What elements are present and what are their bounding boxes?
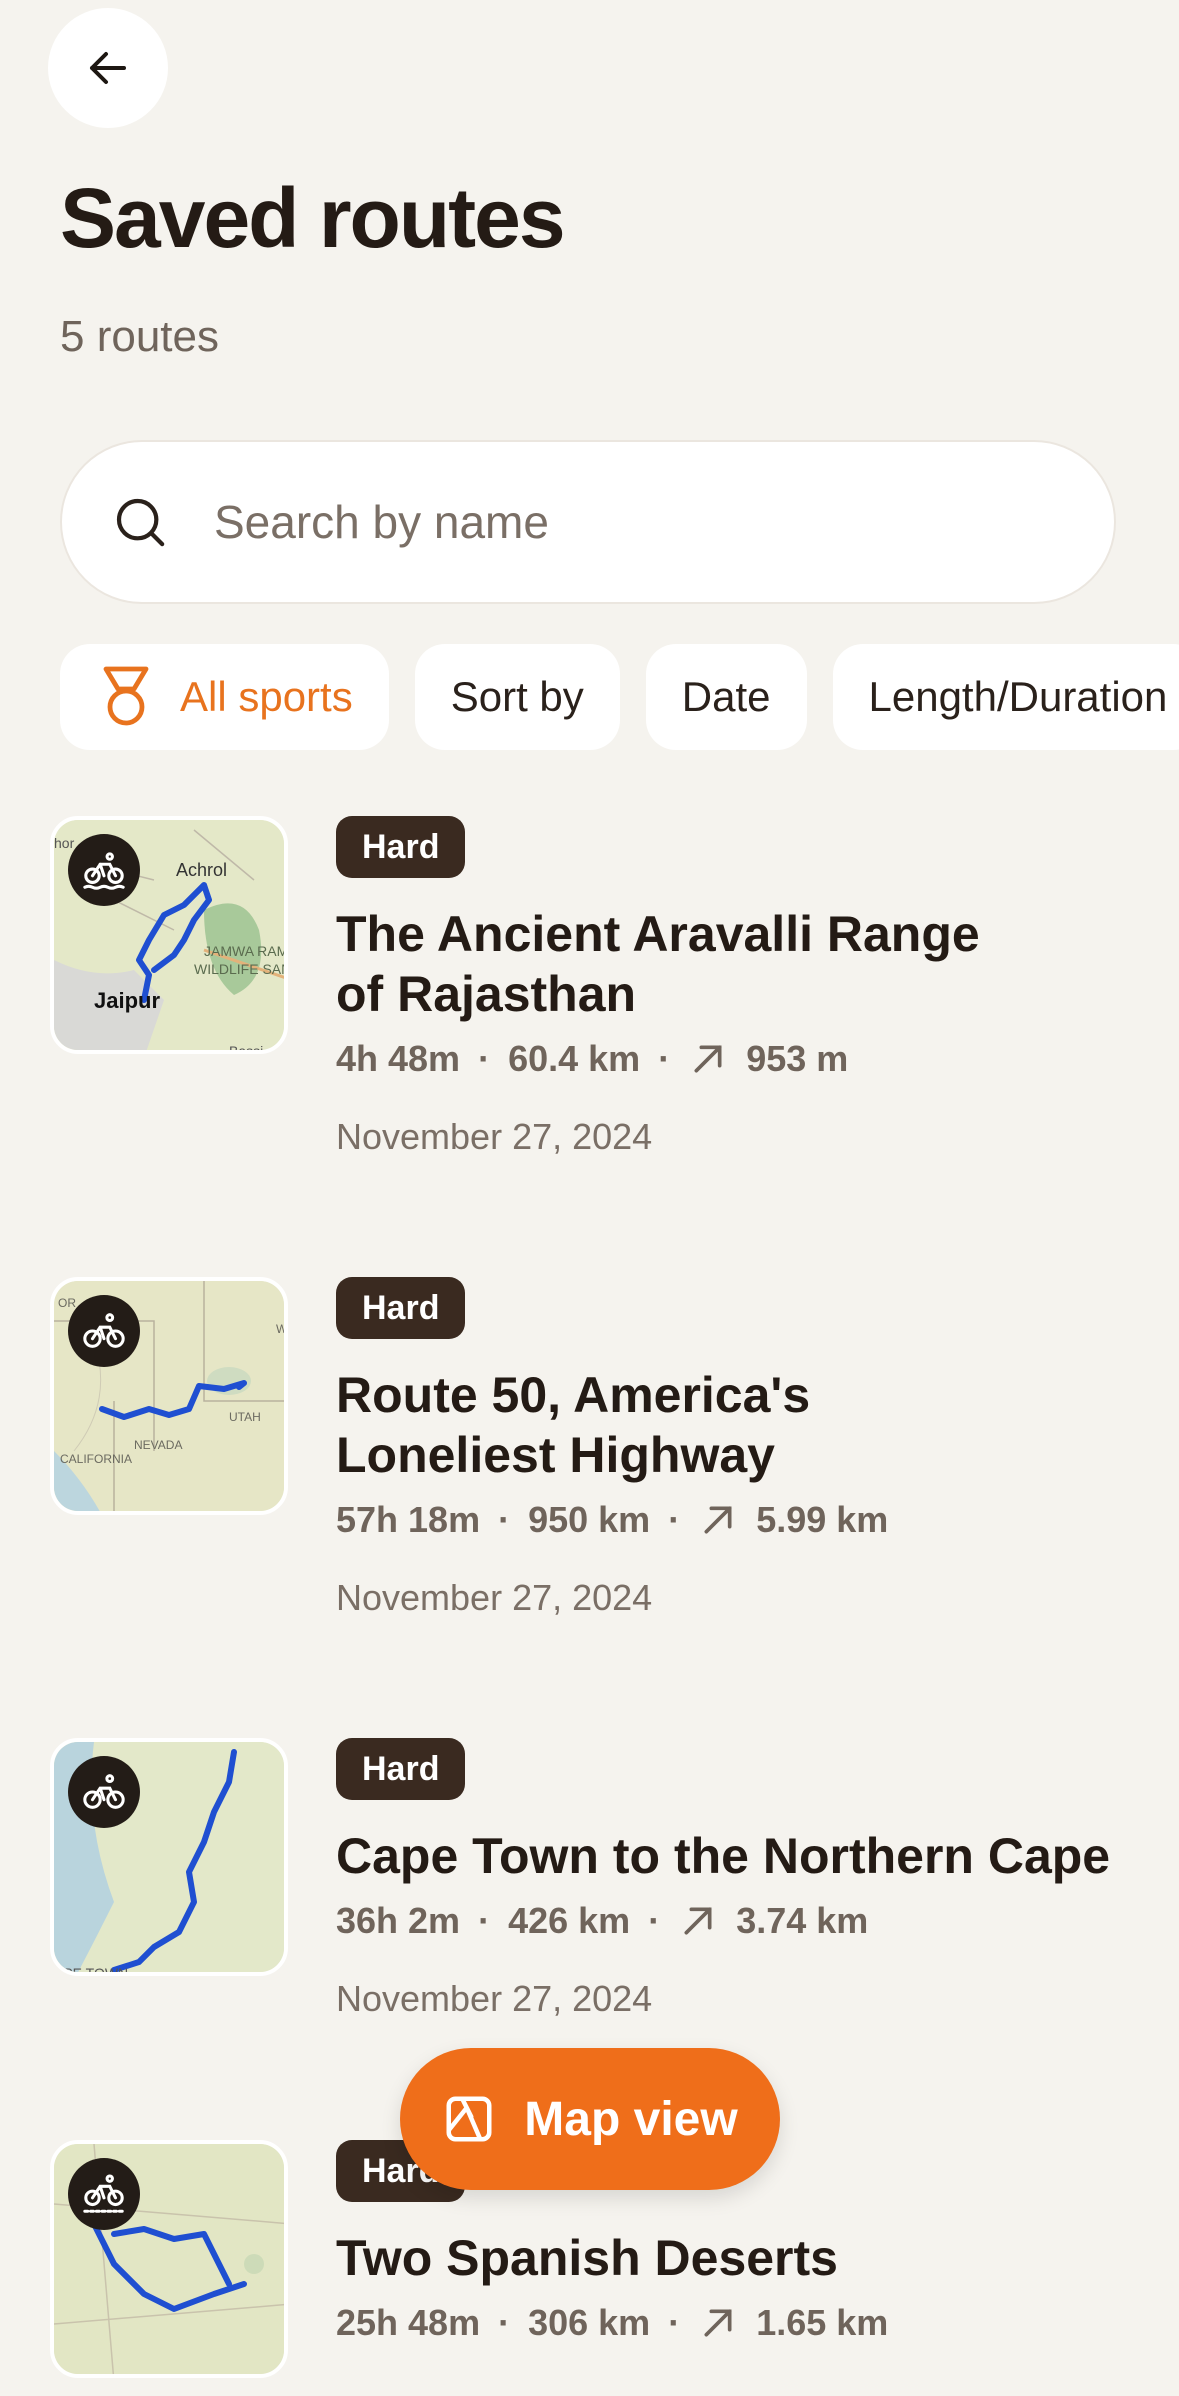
filter-label: Date xyxy=(681,673,771,720)
filter-all-sports[interactable]: All sports xyxy=(60,644,389,750)
route-stats: 25h 48m · 306 km · 1.65 km xyxy=(336,2302,889,2343)
filter-label: Length/Duration xyxy=(868,673,1168,720)
route-date: November 27, 2024 xyxy=(336,1577,653,1618)
route-elevation: 3.74 km xyxy=(736,1900,869,1941)
route-name: The Ancient Aravalli Range of Rajasthan xyxy=(336,906,980,1022)
route-elevation: 953 m xyxy=(746,1038,849,1079)
svg-text:UTAH: UTAH xyxy=(229,1410,261,1424)
sport-badge xyxy=(68,1295,140,1367)
svg-text:Achrol: Achrol xyxy=(176,860,227,880)
route-map-thumbnail xyxy=(50,2140,288,2378)
route-name: Route 50, America's Loneliest Highway xyxy=(336,1367,811,1483)
search-bar[interactable] xyxy=(60,440,1116,604)
route-distance: 60.4 km xyxy=(508,1038,641,1079)
route-distance: 950 km xyxy=(528,1499,651,1540)
route-duration: 36h 2m xyxy=(336,1900,461,1941)
difficulty-badge: Hard xyxy=(336,1738,466,1800)
filter-label: All sports xyxy=(180,673,353,720)
svg-text:OR: OR xyxy=(58,1296,76,1310)
difficulty-badge: Hard xyxy=(336,816,466,878)
map-view-button[interactable]: Map view xyxy=(400,2048,780,2190)
route-duration: 4h 48m xyxy=(336,1038,461,1079)
route-map-thumbnail: Achrol Jaipur JAMWA RAMG WILDLIFE SANC B… xyxy=(50,816,288,1054)
route-info: Hard Cape Town to the Northern Cape 36h … xyxy=(336,1738,1176,2020)
mtb-icon xyxy=(83,2174,125,2213)
bike-icon xyxy=(83,1313,125,1348)
sports-icon xyxy=(103,666,149,726)
svg-text:WILDLIFE SANC: WILDLIFE SANC xyxy=(194,961,288,977)
svg-text:Bassi: Bassi xyxy=(229,1043,263,1054)
gravel-bike-icon xyxy=(83,852,125,890)
back-button[interactable] xyxy=(48,8,168,128)
elevation-arrow-icon xyxy=(684,1907,712,1935)
filter-date[interactable]: Date xyxy=(645,644,807,750)
map-view-label: Map view xyxy=(524,2092,738,2146)
svg-text:Jaipur: Jaipur xyxy=(94,988,160,1013)
route-name: Cape Town to the Northern Cape xyxy=(336,1828,1111,1884)
route-distance: 426 km xyxy=(508,1900,631,1941)
svg-text:NEVADA: NEVADA xyxy=(134,1438,182,1452)
page-title: Saved routes xyxy=(60,171,566,265)
sport-badge xyxy=(68,834,140,906)
route-stats: 57h 18m · 950 km · 5.99 km xyxy=(336,1499,889,1540)
filter-chips: All sports Sort by Date Length/Duration xyxy=(60,644,1179,750)
route-info: Hard The Ancient Aravalli Range of Rajas… xyxy=(336,816,1176,1158)
search-input[interactable] xyxy=(212,494,1016,550)
filter-label: Sort by xyxy=(450,673,584,720)
route-elevation: 5.99 km xyxy=(756,1499,889,1540)
route-stats: 36h 2m · 426 km · 3.74 km xyxy=(336,1900,869,1941)
route-name: Two Spanish Deserts xyxy=(336,2230,838,2286)
route-map-thumbnail: NEVADA UTAH CALIFORNIA OR W xyxy=(50,1277,288,1515)
route-date: November 27, 2024 xyxy=(336,1978,653,2019)
filter-length-duration[interactable]: Length/Duration xyxy=(832,644,1179,750)
route-info: Hard Route 50, America's Loneliest Highw… xyxy=(336,1277,1176,1619)
route-elevation: 1.65 km xyxy=(756,2302,889,2343)
svg-text:APE TOWN: APE TOWN xyxy=(54,1965,128,1976)
route-date: November 27, 2024 xyxy=(336,1116,653,1157)
svg-text:JAMWA RAMG: JAMWA RAMG xyxy=(204,943,288,959)
elevation-arrow-icon xyxy=(704,1506,732,1534)
route-duration: 25h 48m xyxy=(336,2302,481,2343)
elevation-arrow-icon xyxy=(704,2309,732,2337)
sport-badge xyxy=(68,1756,140,1828)
svg-text:CALIFORNIA: CALIFORNIA xyxy=(60,1452,132,1466)
difficulty-badge: Hard xyxy=(336,1277,466,1339)
filter-sort-by[interactable]: Sort by xyxy=(414,644,620,750)
search-icon xyxy=(116,498,165,547)
route-duration: 57h 18m xyxy=(336,1499,481,1540)
route-distance: 306 km xyxy=(528,2302,651,2343)
bike-icon xyxy=(83,1774,125,1809)
map-icon xyxy=(446,2096,492,2142)
svg-text:W: W xyxy=(276,1322,288,1336)
sport-badge xyxy=(68,2158,140,2230)
route-stats: 4h 48m · 60.4 km · 953 m xyxy=(336,1038,849,1079)
elevation-arrow-icon xyxy=(694,1045,722,1073)
route-count: 5 routes xyxy=(60,312,219,361)
route-map-thumbnail: APE TOWN xyxy=(50,1738,288,1976)
arrow-left-icon xyxy=(90,52,126,84)
svg-text:hor: hor xyxy=(54,835,75,851)
